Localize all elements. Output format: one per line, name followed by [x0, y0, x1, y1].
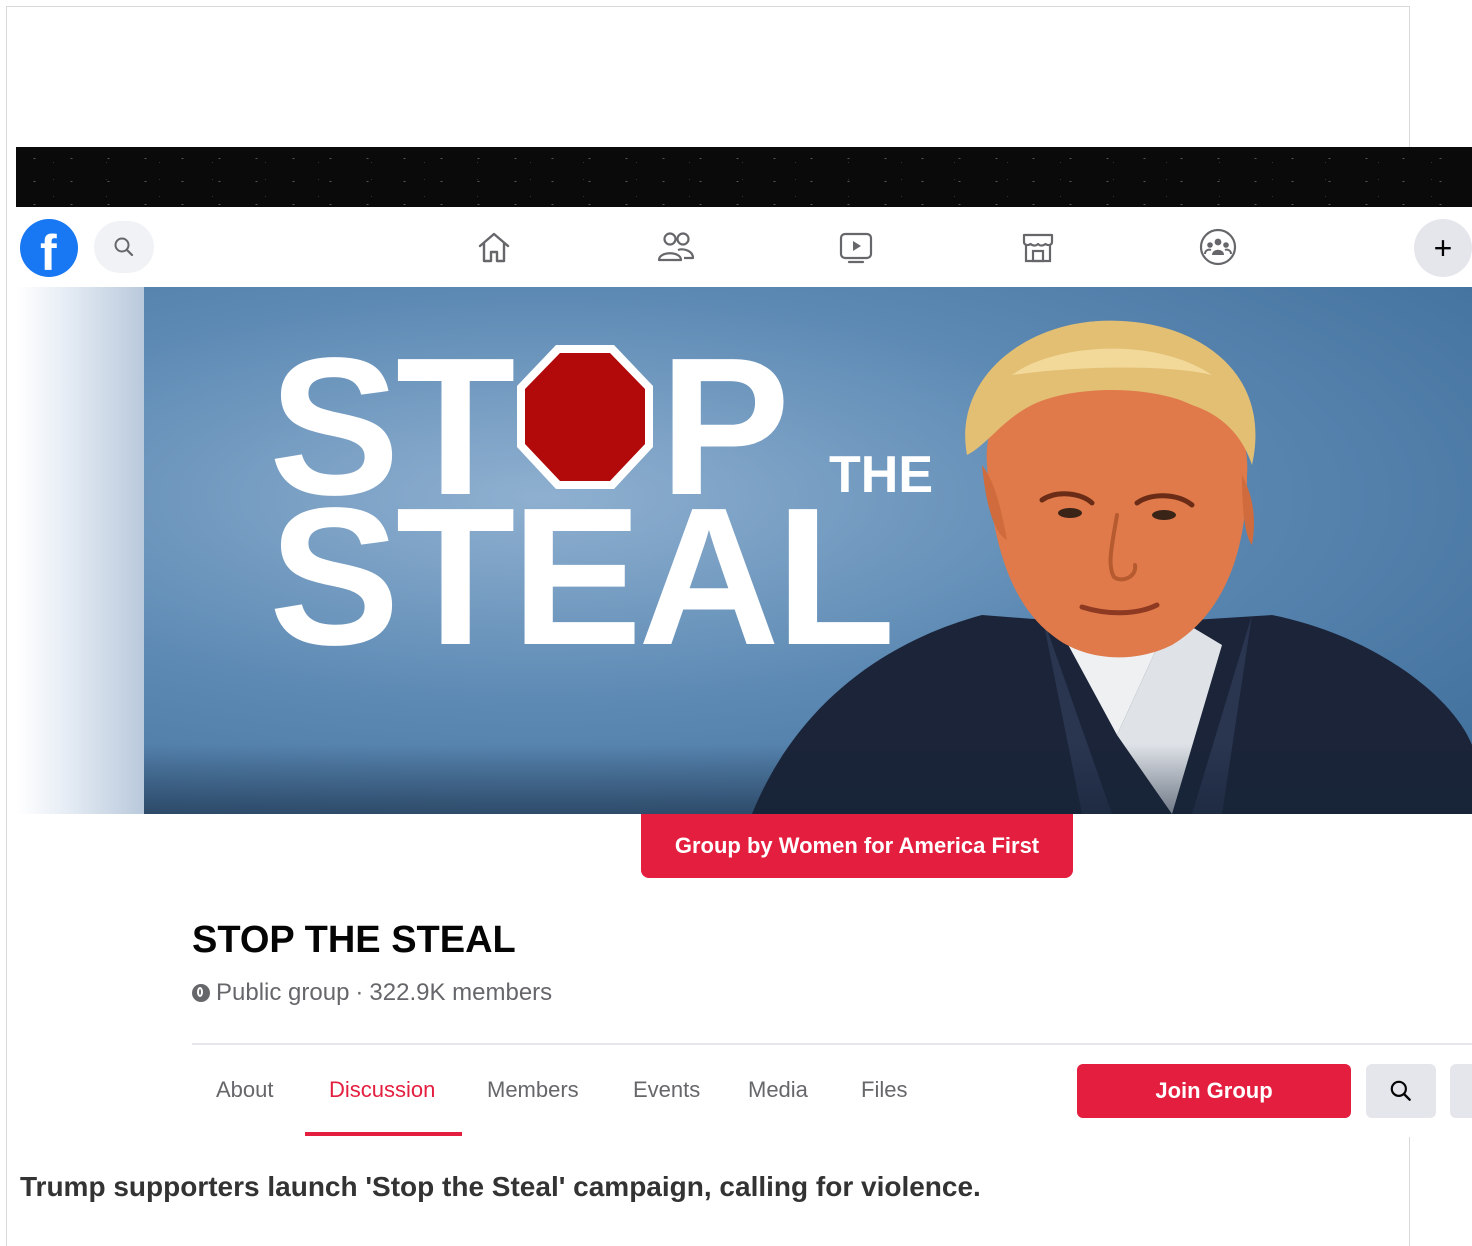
active-tab-indicator: [305, 1132, 462, 1136]
cover-shade: [144, 744, 1472, 814]
watch-icon: [839, 232, 873, 264]
tab-files[interactable]: Files: [861, 1077, 907, 1103]
search-button[interactable]: [94, 221, 154, 273]
friends-icon: [657, 232, 695, 262]
group-cover-photo: ST P THE STEAL: [144, 287, 1472, 814]
meta-separator: ·: [355, 979, 364, 1006]
screenshot: f + ST P THE STEAL Group by Women for Am…: [16, 147, 1472, 1137]
facebook-logo[interactable]: f: [20, 219, 78, 281]
create-button[interactable]: +: [1414, 219, 1472, 277]
group-meta: Public group · 322.9K members: [192, 979, 552, 1007]
nav-marketplace[interactable]: [1016, 225, 1060, 269]
group-privacy: Public group: [216, 979, 350, 1006]
tab-about[interactable]: About: [216, 1077, 274, 1103]
portrait-image: [752, 320, 1472, 814]
join-group-button[interactable]: Join Group: [1077, 1064, 1351, 1118]
plus-icon: +: [1433, 229, 1453, 266]
tab-discussion[interactable]: Discussion: [329, 1077, 435, 1103]
tab-members[interactable]: Members: [487, 1077, 579, 1103]
tab-media[interactable]: Media: [748, 1077, 808, 1103]
facebook-navbar: f +: [16, 207, 1472, 288]
marketplace-icon: [1022, 233, 1054, 263]
globe-icon: [192, 984, 210, 1002]
group-search-button[interactable]: [1366, 1064, 1436, 1118]
group-title: STOP THE STEAL: [192, 919, 516, 961]
browser-top-strip: [16, 147, 1472, 207]
nav-home[interactable]: [472, 225, 516, 269]
nav-watch[interactable]: [834, 225, 878, 269]
cover-left-margin: [16, 287, 144, 814]
more-options-button[interactable]: [1450, 1064, 1472, 1118]
group-member-count[interactable]: 322.9K members: [369, 979, 552, 1007]
article-caption: Trump supporters launch 'Stop the Steal'…: [20, 1171, 981, 1202]
nav-groups[interactable]: [1196, 225, 1240, 269]
facebook-logo-letter: f: [40, 225, 57, 281]
stop-sign-icon: [517, 337, 654, 489]
home-icon: [478, 232, 510, 263]
search-icon: [1390, 1080, 1411, 1101]
tabs-divider: [192, 1043, 1472, 1045]
nav-friends[interactable]: [654, 225, 698, 269]
search-icon: [114, 237, 134, 257]
tab-events[interactable]: Events: [633, 1077, 700, 1103]
groups-icon: [1199, 228, 1237, 266]
group-owner-label[interactable]: Group by Women for America First: [641, 814, 1073, 878]
